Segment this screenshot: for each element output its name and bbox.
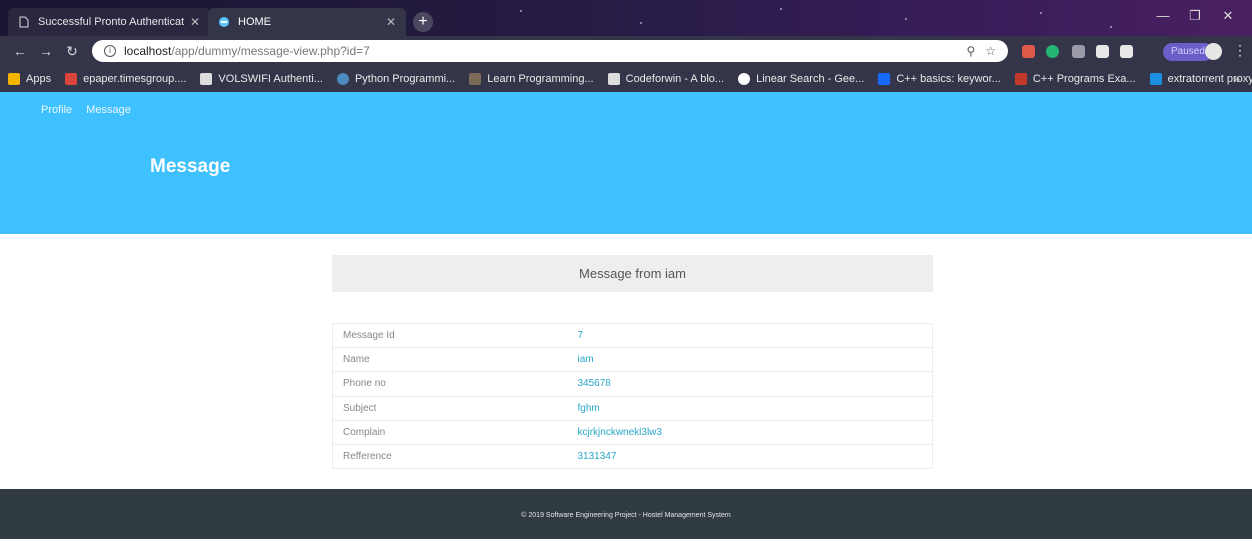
- forward-arrow-icon[interactable]: →: [38, 43, 54, 59]
- bookmark-item[interactable]: Linear Search - Gee...: [738, 73, 864, 85]
- table-row: Subject fghm: [332, 395, 933, 421]
- nav-link-profile[interactable]: Profile: [41, 104, 72, 116]
- star-bookmark-icon[interactable]: ☆: [985, 44, 996, 58]
- extension-icon[interactable]: [1072, 45, 1085, 58]
- apps-grid-icon: [8, 73, 20, 85]
- table-row: Refference 3131347: [332, 443, 933, 470]
- table-row: Name iam: [332, 347, 933, 373]
- more-bookmarks-icon[interactable]: »: [1233, 72, 1240, 86]
- page-icon: [19, 16, 29, 28]
- bookmark-label: C++ Programs Exa...: [1032, 73, 1136, 85]
- page-icon: [607, 73, 620, 85]
- bookmark-item[interactable]: Apps: [8, 73, 51, 85]
- tab-title: HOME: [238, 16, 271, 28]
- close-icon[interactable]: ✕: [386, 15, 396, 29]
- footer-text: © 2019 Software Engineering Project - Ho…: [521, 512, 731, 519]
- decor-star: [905, 18, 907, 20]
- globe-icon: [219, 17, 229, 27]
- page-icon: [200, 73, 213, 85]
- zoom-icon[interactable]: ⚲: [966, 44, 975, 58]
- close-icon[interactable]: ✕: [190, 15, 200, 29]
- decor-star: [1040, 12, 1042, 14]
- address-bar[interactable]: i localhost/app/dummy/message-view.php?i…: [92, 40, 1008, 62]
- cpp-icon: [1014, 73, 1027, 85]
- bookmark-label: Codeforwin - A blo...: [625, 73, 725, 85]
- main-nav: Profile Message: [41, 104, 131, 116]
- detail-value: 7: [567, 322, 933, 349]
- grammarly-extension-icon[interactable]: [1046, 45, 1059, 58]
- nav-link-message[interactable]: Message: [86, 104, 131, 116]
- python-icon: [336, 73, 349, 85]
- browser-titlebar: Successful Pronto Authentication ✕ HOME …: [0, 0, 1252, 36]
- extension-icon[interactable]: [1120, 45, 1133, 58]
- restore-icon[interactable]: ❐: [1180, 8, 1210, 24]
- decor-star: [780, 8, 782, 10]
- minimize-icon[interactable]: —: [1148, 8, 1178, 23]
- detail-label: Phone no: [332, 371, 568, 397]
- bookmark-label: Apps: [26, 73, 52, 85]
- bookmark-label: VOLSWIFI Authenti...: [218, 73, 323, 85]
- table-row: Message Id 7: [332, 322, 933, 349]
- url-path: /app/dummy/message-view.php?id=7: [171, 44, 370, 58]
- page-title: Message: [150, 156, 231, 177]
- table-row: Complain kcjrkjnckwnekl3lw3: [332, 419, 933, 445]
- browser-toolbar: ← → ↻ i localhost/app/dummy/message-view…: [0, 36, 1252, 66]
- detail-label: Message Id: [332, 322, 568, 349]
- epaper-icon: [65, 73, 78, 85]
- google-icon: [738, 73, 751, 85]
- bookmark-label: epaper.timesgroup....: [83, 73, 187, 85]
- bookmark-item[interactable]: C++ basics: keywor...: [878, 73, 1001, 85]
- detail-value: fghm: [567, 395, 933, 421]
- menu-dots-icon[interactable]: ⋮: [1233, 42, 1247, 59]
- detail-value: 3131347: [567, 443, 933, 470]
- decor-star: [640, 22, 642, 24]
- detail-label: Refference: [332, 443, 568, 470]
- bookmark-label: Linear Search - Gee...: [756, 73, 865, 85]
- detail-label: Name: [332, 347, 568, 373]
- new-tab-button[interactable]: +: [413, 12, 433, 32]
- bookmark-label: Learn Programming...: [487, 73, 594, 85]
- behance-icon: [878, 73, 891, 85]
- bookmark-label: Python Programmi...: [354, 73, 456, 85]
- detail-label: Complain: [332, 419, 568, 445]
- back-arrow-icon[interactable]: ←: [12, 43, 28, 59]
- decor-star: [1110, 26, 1112, 28]
- bookmarks-bar: Apps epaper.timesgroup.... VOLSWIFI Authen…: [0, 66, 1252, 92]
- bookmark-item[interactable]: Codeforwin - A blo...: [607, 73, 725, 85]
- tab-home[interactable]: HOME ✕: [208, 8, 406, 36]
- avatar[interactable]: [1205, 43, 1222, 60]
- bookmark-item[interactable]: C++ Programs Exa...: [1014, 73, 1136, 85]
- table-row: Phone no 345678: [332, 371, 933, 397]
- window-close-icon[interactable]: ✕: [1213, 8, 1243, 24]
- bookmark-item[interactable]: VOLSWIFI Authenti...: [200, 73, 323, 85]
- bookmark-item[interactable]: Python Programmi...: [336, 73, 456, 85]
- url-host: localhost: [124, 44, 172, 58]
- extension-icon[interactable]: [1096, 45, 1109, 58]
- pdf-extension-icon[interactable]: [1022, 45, 1035, 58]
- info-icon[interactable]: i: [104, 45, 116, 57]
- detail-value: 345678: [567, 371, 933, 397]
- bookmark-item[interactable]: Learn Programming...: [469, 73, 594, 85]
- tab-title: Successful Pronto Authentication: [38, 16, 184, 28]
- bookmark-label: C++ basics: keywor...: [896, 73, 1001, 85]
- decor-star: [520, 10, 522, 12]
- detail-label: Subject: [332, 395, 568, 421]
- detail-value: kcjrkjnckwnekl3lw3: [567, 419, 933, 445]
- learn-icon: [469, 73, 482, 85]
- bookmark-item[interactable]: epaper.timesgroup....: [65, 73, 186, 85]
- reload-icon[interactable]: ↻: [64, 43, 80, 60]
- message-details-table: Message Id 7 Name iam Phone no 345678 Subject f…: [332, 322, 933, 470]
- panel-heading: Message from iam: [332, 255, 933, 292]
- tab-pronto[interactable]: Successful Pronto Authentication ✕: [8, 8, 210, 36]
- is-icon: [1149, 73, 1162, 85]
- detail-value: iam: [567, 347, 933, 373]
- footer: © 2019 Software Engineering Project - Ho…: [0, 489, 1252, 539]
- page-header: Profile Message Message: [0, 92, 1252, 234]
